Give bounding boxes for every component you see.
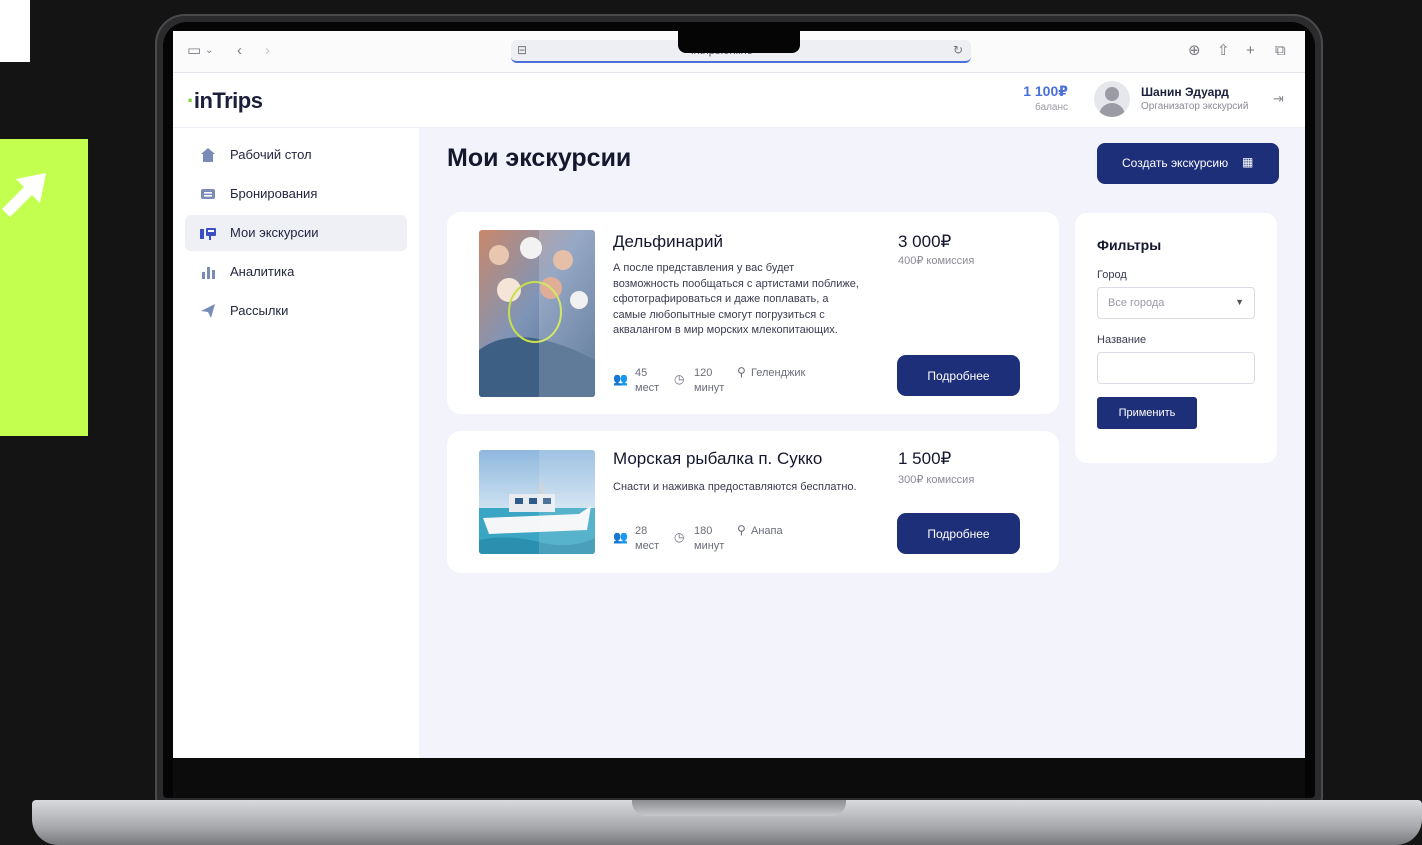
tour-description: Снасти и наживка предоставляются бесплат… [613, 481, 857, 493]
tour-duration: 120 минут [694, 367, 725, 394]
logo[interactable]: ·inTrips [187, 88, 263, 114]
download-icon[interactable]: ⊕ [1188, 43, 1201, 59]
tour-commission: 400₽ комиссия [898, 255, 975, 267]
tour-description: А после представления у вас будет возмож… [613, 262, 859, 336]
tour-title: Дельфинарий [613, 232, 723, 251]
people-icon: 👥 [613, 530, 628, 544]
user-name: Шанин Эдуард [1141, 85, 1229, 99]
balance: 1 100₽ баланс [993, 83, 1068, 113]
details-button[interactable]: Подробнее [897, 513, 1020, 554]
user-role: Организатор экскурсий [1141, 101, 1249, 112]
tour-duration: 180 минут [694, 525, 725, 552]
arrow-up-right-icon [2, 173, 46, 217]
logout-icon[interactable]: ⇥ [1273, 91, 1284, 107]
bookings-icon [201, 189, 215, 199]
app-header: ·inTrips 1 100₽ баланс Шанин Эдуард Орга… [173, 73, 1305, 128]
sidebar-item-mailings[interactable]: Рассылки [185, 293, 407, 329]
laptop-base-groove [632, 800, 846, 816]
caret-down-icon: ▼ [1235, 297, 1244, 307]
sidebar-item-label: Рассылки [230, 303, 289, 318]
tour-city: Анапа [751, 525, 783, 537]
page-title: Мои экскурсии [447, 144, 632, 172]
city-label: Город [1097, 269, 1127, 281]
sidebar-item-label: Мои экскурсии [230, 225, 319, 240]
share-icon[interactable]: ⇧ [1217, 43, 1230, 59]
page-icon: ⊟ [517, 43, 528, 57]
tour-image-fishing-boat [479, 450, 595, 554]
sidebar-toggle-icon[interactable]: ▭ [187, 43, 201, 59]
decorative-white-block [0, 0, 30, 62]
sidebar-item-dashboard[interactable]: Рабочий стол [185, 137, 407, 173]
calendar-icon: ▦ [1242, 155, 1254, 169]
create-tour-button[interactable]: Создать экскурсию ▦ [1097, 143, 1279, 184]
clock-icon: ◷ [674, 372, 685, 386]
city-select[interactable]: Все города ▼ [1097, 287, 1255, 319]
details-button[interactable]: Подробнее [897, 355, 1020, 396]
sidebar-item-label: Аналитика [230, 264, 295, 279]
tour-seats: 45 мест [635, 367, 660, 394]
new-tab-icon[interactable]: + [1246, 43, 1255, 59]
tabs-overview-icon[interactable]: ⧉ [1275, 43, 1286, 59]
tour-seats: 28 мест [635, 525, 660, 552]
sidebar-item-label: Рабочий стол [230, 147, 312, 162]
chart-icon [202, 267, 215, 279]
apply-button[interactable]: Применить [1097, 397, 1197, 429]
location-pin-icon: ⚲ [737, 365, 746, 379]
back-icon[interactable]: ‹ [237, 43, 242, 59]
sidebar-item-label: Бронирования [230, 186, 318, 201]
avatar[interactable] [1094, 81, 1130, 117]
tour-card: Дельфинарий А после представления у вас … [447, 212, 1059, 414]
tour-price: 1 500₽ [898, 449, 952, 468]
filters-panel: Фильтры Город Все города ▼ Название Прим… [1075, 213, 1277, 463]
sidebar-item-my-tours[interactable]: Мои экскурсии [185, 215, 407, 251]
reload-icon[interactable]: ↻ [953, 43, 963, 57]
location-pin-icon: ⚲ [737, 523, 746, 537]
tour-card: Морская рыбалка п. Сукко Снасти и наживк… [447, 431, 1059, 573]
sidebar: Рабочий стол Бронирования Мои экскурсии … [173, 128, 419, 758]
laptop-screen: ▭ ⌄ ‹ › ⊟ intrips.online ↻ ⊕ ⇧ + ⧉ ·inTr… [173, 31, 1305, 758]
camera-notch [678, 31, 800, 53]
chevron-down-icon[interactable]: ⌄ [205, 43, 213, 59]
sidebar-item-bookings[interactable]: Бронирования [185, 176, 407, 212]
tour-title: Морская рыбалка п. Сукко [613, 449, 823, 468]
name-input[interactable] [1097, 352, 1255, 384]
sidebar-item-analytics[interactable]: Аналитика [185, 254, 407, 290]
laptop-chin [173, 758, 1305, 798]
tour-price: 3 000₽ [898, 232, 952, 251]
tour-image-dolphinarium [479, 230, 595, 397]
balance-label: баланс [1035, 102, 1068, 113]
people-icon: 👥 [613, 372, 628, 386]
city-select-value: Все города [1108, 297, 1165, 309]
filters-title: Фильтры [1097, 237, 1162, 253]
name-label: Название [1097, 334, 1147, 346]
balance-value: 1 100₽ [1023, 83, 1068, 99]
clock-icon: ◷ [674, 530, 685, 544]
tours-icon [200, 228, 216, 240]
home-icon [201, 148, 215, 162]
tour-commission: 300₽ комиссия [898, 474, 975, 486]
tour-city: Геленджик [751, 367, 806, 379]
stage: ▭ ⌄ ‹ › ⊟ intrips.online ↻ ⊕ ⇧ + ⧉ ·inTr… [0, 0, 1422, 845]
forward-icon[interactable]: › [265, 43, 270, 59]
send-icon [201, 304, 215, 318]
decorative-green-block [0, 139, 88, 436]
